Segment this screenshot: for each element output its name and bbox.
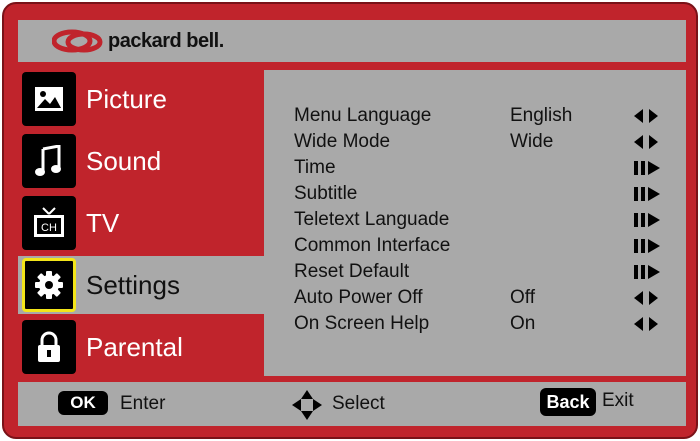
setting-name: Reset Default (294, 261, 410, 282)
setting-name: Time (294, 157, 336, 178)
setting-name: Common Interface (294, 235, 451, 256)
menu-item-settings[interactable]: Settings (18, 256, 264, 314)
menu-item-label: TV (86, 207, 120, 238)
select-label: Select (332, 393, 385, 414)
svg-text:CH: CH (41, 222, 57, 234)
gear-icon (22, 258, 76, 312)
main-menu: Picture Sound CH TV Settings Parental (18, 70, 264, 376)
back-key-icon[interactable]: Back (540, 388, 596, 416)
enter-arrow-icon[interactable] (634, 239, 662, 253)
setting-row-time[interactable]: Time (294, 157, 674, 183)
menu-item-label: Sound (86, 145, 162, 176)
left-right-arrows-icon[interactable] (634, 109, 658, 123)
setting-row-subtitle[interactable]: Subtitle (294, 183, 674, 209)
menu-item-parental[interactable]: Parental (18, 318, 264, 376)
packard-bell-logo-icon (52, 29, 103, 53)
menu-item-label: Picture (86, 83, 167, 114)
setting-value: On (510, 313, 536, 334)
setting-row-auto-power-off[interactable]: Auto Power Off Off (294, 287, 674, 313)
menu-item-picture[interactable]: Picture (18, 70, 264, 128)
menu-item-label: Settings (86, 269, 180, 300)
setting-row-reset-default[interactable]: Reset Default (294, 261, 674, 287)
tv-channel-icon: CH (22, 196, 76, 250)
left-right-arrows-icon[interactable] (634, 317, 658, 331)
key-hint-bar: OK Enter Select Back Exit (18, 382, 686, 426)
left-right-arrows-icon[interactable] (634, 135, 658, 149)
setting-row-menu-language[interactable]: Menu Language English (294, 105, 674, 131)
setting-name: Auto Power Off (294, 287, 423, 308)
osd-frame: packard bell. Picture Sound CH TV Settin… (2, 2, 698, 439)
picture-icon (22, 72, 76, 126)
menu-item-sound[interactable]: Sound (18, 132, 264, 190)
setting-row-teletext-language[interactable]: Teletext Languade (294, 209, 674, 235)
enter-label: Enter (120, 393, 166, 414)
brand-logo: packard bell. (52, 27, 224, 55)
setting-value: English (510, 105, 573, 126)
setting-value: Off (510, 287, 535, 308)
enter-arrow-icon[interactable] (634, 213, 662, 227)
setting-row-wide-mode[interactable]: Wide Mode Wide (294, 131, 674, 157)
ok-key-icon[interactable]: OK (58, 391, 108, 415)
lock-icon (22, 320, 76, 374)
setting-name: Wide Mode (294, 131, 391, 152)
settings-panel: Menu Language English Wide Mode Wide Tim… (264, 70, 686, 376)
setting-value: Wide (510, 131, 554, 152)
menu-item-label: Parental (86, 331, 183, 362)
exit-label: Exit (602, 390, 634, 411)
setting-name: Subtitle (294, 183, 358, 204)
enter-arrow-icon[interactable] (634, 187, 662, 201)
direction-pad-icon[interactable] (292, 390, 322, 420)
setting-name: On Screen Help (294, 313, 430, 334)
music-note-icon (22, 134, 76, 188)
enter-arrow-icon[interactable] (634, 161, 662, 175)
brand-name: packard bell. (108, 29, 224, 52)
setting-name: Teletext Languade (294, 209, 450, 230)
header-bar: packard bell. (18, 20, 686, 62)
enter-arrow-icon[interactable] (634, 265, 662, 279)
left-right-arrows-icon[interactable] (634, 291, 658, 305)
menu-item-tv[interactable]: CH TV (18, 194, 264, 252)
setting-name: Menu Language (294, 105, 432, 126)
setting-row-on-screen-help[interactable]: On Screen Help On (294, 313, 674, 339)
setting-row-common-interface[interactable]: Common Interface (294, 235, 674, 261)
